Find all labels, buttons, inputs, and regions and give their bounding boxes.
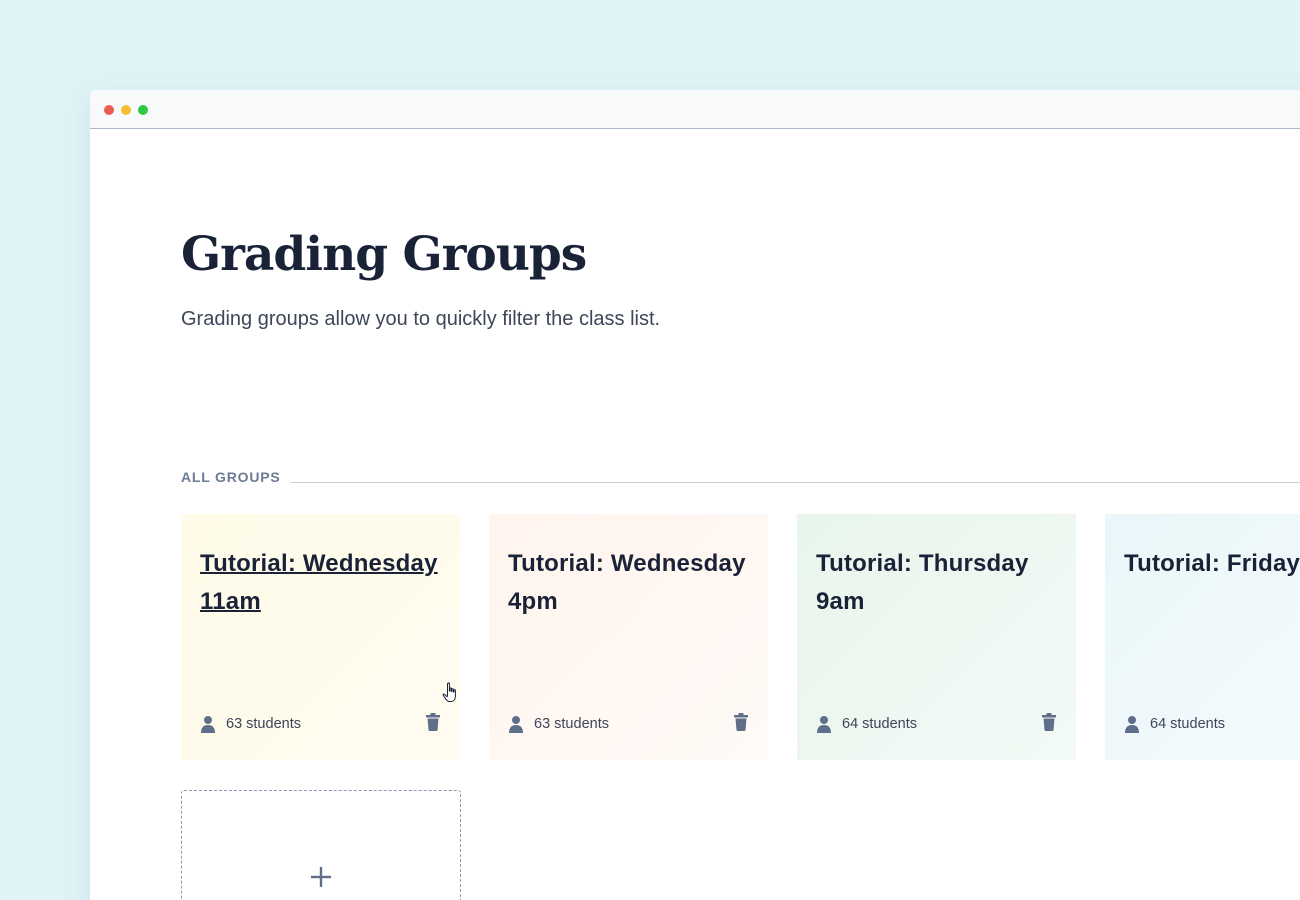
student-count: 64 students xyxy=(842,716,917,732)
trash-icon[interactable] xyxy=(1042,713,1056,731)
student-count: 63 students xyxy=(534,716,609,732)
group-card-footer: 64 students xyxy=(1124,713,1300,735)
trash-icon[interactable] xyxy=(734,713,748,731)
page-title: Grading Groups xyxy=(181,227,587,282)
group-card-footer: 64 students xyxy=(816,713,1056,735)
person-icon xyxy=(817,716,831,733)
group-card-thursday-9am[interactable]: Tutorial: Thursday 9am 64 students xyxy=(797,514,1076,760)
group-title-link[interactable]: Tutorial: Thursday 9am xyxy=(816,545,1056,621)
close-dot-icon[interactable] xyxy=(104,105,114,115)
section-label: ALL GROUPS xyxy=(181,469,281,485)
group-card-footer: 63 students xyxy=(508,713,748,735)
add-group-button[interactable] xyxy=(181,790,461,900)
group-card-wednesday-11am[interactable]: Tutorial: Wednesday 11am 63 students xyxy=(181,514,460,760)
student-count: 63 students xyxy=(226,716,301,732)
browser-window: Grading Groups Grading groups allow you … xyxy=(90,90,1300,900)
window-titlebar xyxy=(90,90,1300,129)
student-count: 64 students xyxy=(1150,716,1225,732)
group-title-link[interactable]: Tutorial: Wednesday 11am xyxy=(200,545,440,621)
group-card-friday-2pm[interactable]: Tutorial: Friday 2pm 64 students xyxy=(1105,514,1300,760)
section-header-all-groups: ALL GROUPS xyxy=(181,467,1300,487)
maximize-dot-icon[interactable] xyxy=(138,105,148,115)
person-icon xyxy=(509,716,523,733)
person-icon xyxy=(1125,716,1139,733)
main-content: Grading Groups Grading groups allow you … xyxy=(181,129,1300,900)
group-card-wednesday-4pm[interactable]: Tutorial: Wednesday 4pm 63 students xyxy=(489,514,768,760)
person-icon xyxy=(201,716,215,733)
page-subtitle: Grading groups allow you to quickly filt… xyxy=(181,308,661,330)
section-divider xyxy=(290,481,1300,483)
minimize-dot-icon[interactable] xyxy=(121,105,131,115)
group-title-link[interactable]: Tutorial: Friday 2pm xyxy=(1124,545,1300,583)
group-card-footer: 63 students xyxy=(200,713,440,735)
plus-icon xyxy=(311,867,331,887)
trash-icon[interactable] xyxy=(426,713,440,731)
group-title-link[interactable]: Tutorial: Wednesday 4pm xyxy=(508,545,748,621)
